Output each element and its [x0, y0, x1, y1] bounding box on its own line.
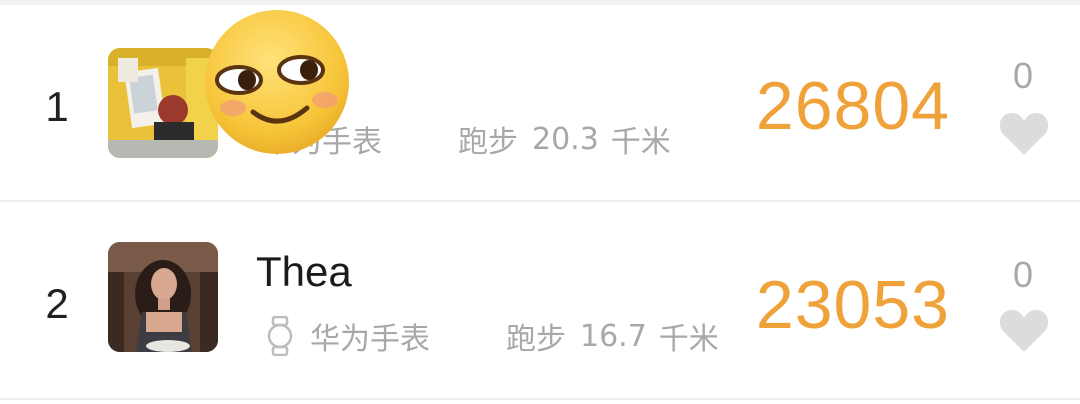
row-divider: [0, 398, 1080, 400]
leaderboard-row[interactable]: 2 Thea 华为手表 跑步 16.7 千米 23053 0: [0, 202, 1080, 398]
user-name: Thea: [256, 248, 352, 295]
activity-meta: 华为手表 跑步 16.7 千米: [262, 314, 719, 358]
watch-icon: [267, 316, 293, 356]
heart-icon[interactable]: [998, 306, 1050, 354]
leaderboard-page: 1 华为手表 跑步 20.3 千米 26804 0 2 Thea 华为手表 跑步…: [0, 0, 1080, 404]
heart-icon[interactable]: [998, 109, 1050, 157]
distance-value: 20.3: [532, 121, 599, 157]
leaderboard-row[interactable]: 1 华为手表 跑步 20.3 千米 26804 0: [0, 5, 1080, 201]
distance-unit: 千米: [658, 322, 719, 357]
rank-number: 2: [45, 280, 69, 327]
distance-value: 16.7: [580, 318, 647, 354]
device-label: 华为手表: [310, 322, 430, 357]
like-count: 0: [1012, 254, 1034, 295]
step-score: 26804: [755, 68, 950, 144]
step-score: 23053: [755, 267, 950, 343]
activity-label: 跑步: [506, 322, 566, 357]
like-count: 0: [1012, 55, 1034, 96]
smiling-face-sticker: [205, 10, 349, 154]
avatar[interactable]: [108, 48, 218, 158]
distance-unit: 千米: [610, 125, 671, 160]
rank-number: 1: [45, 83, 69, 130]
activity-label: 跑步: [458, 125, 518, 160]
avatar[interactable]: [108, 242, 218, 352]
